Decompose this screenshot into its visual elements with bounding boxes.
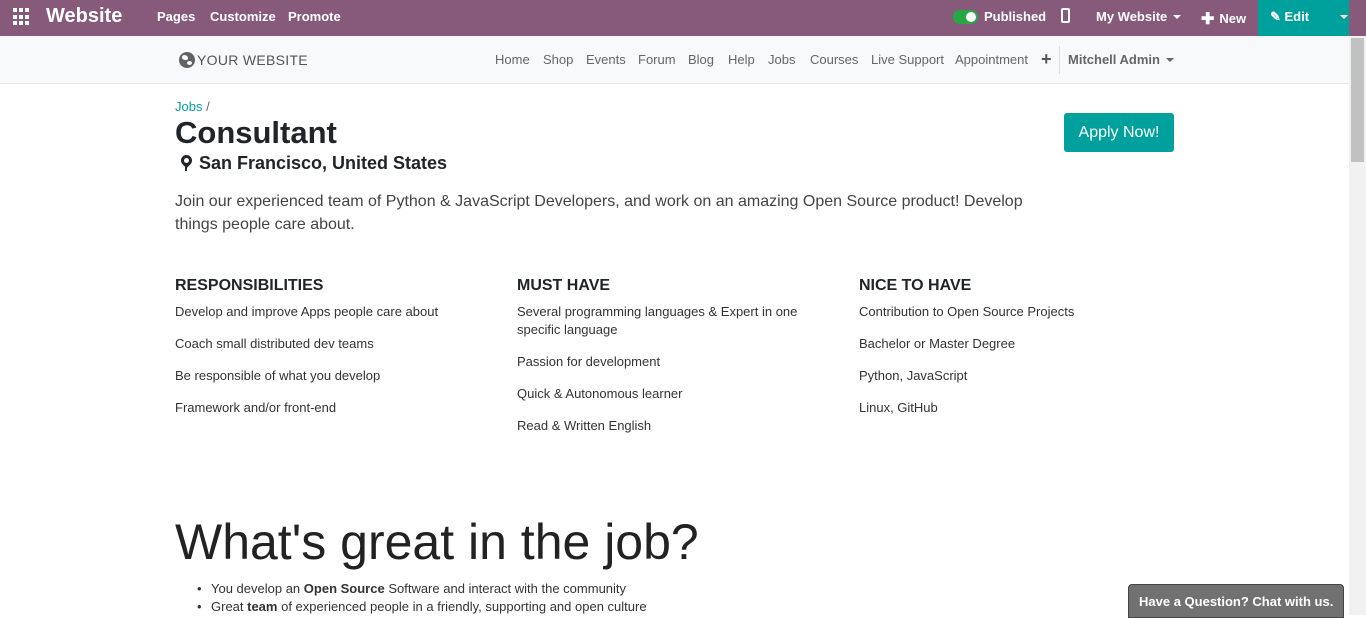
- site-logo[interactable]: YOUR WEBSITE: [197, 52, 308, 68]
- benefits-list: You develop an Open Source Software and …: [197, 580, 647, 616]
- list-item: Several programming languages & Expert i…: [517, 304, 798, 337]
- section-heading: What's great in the job?: [175, 514, 699, 570]
- mobile-preview-icon[interactable]: [1061, 8, 1070, 23]
- nav-courses[interactable]: Courses: [810, 52, 858, 67]
- list-item: Be responsible of what you develop: [175, 368, 381, 383]
- menu-promote[interactable]: Promote: [288, 9, 341, 24]
- apply-now-button[interactable]: Apply Now!: [1064, 113, 1174, 152]
- list-item: Great team of experienced people in a fr…: [197, 598, 647, 616]
- bullet-text: Software and interact with the community: [384, 581, 627, 596]
- nav-home[interactable]: Home: [495, 52, 530, 67]
- nav-shop[interactable]: Shop: [543, 52, 573, 67]
- job-location: San Francisco, United States: [199, 153, 448, 173]
- globe-icon: [179, 52, 195, 68]
- nice-to-have-column: NICE TO HAVE Contribution to Open Source…: [859, 277, 1179, 431]
- chevron-down-icon: [1173, 15, 1182, 19]
- list-item: You develop an Open Source Software and …: [197, 580, 647, 598]
- list-item: Develop and improve Apps people care abo…: [175, 304, 439, 319]
- bullet-text: of experienced people in a friendly, sup…: [277, 599, 647, 614]
- list-item: Read & Written English: [517, 418, 652, 433]
- livechat-button[interactable]: Have a Question? Chat with us.: [1128, 584, 1344, 618]
- app-brand[interactable]: Website: [46, 5, 122, 28]
- list-item: Linux, GitHub: [859, 400, 938, 415]
- chevron-down-icon: [1165, 58, 1174, 62]
- nav-divider: [1059, 46, 1060, 74]
- edit-button[interactable]: ✎ Edit: [1258, 0, 1349, 36]
- column-heading: NICE TO HAVE: [859, 277, 972, 294]
- bullet-bold: team: [247, 599, 278, 614]
- edit-text: Edit: [1284, 9, 1310, 24]
- nav-help[interactable]: Help: [728, 52, 755, 67]
- nav-live-support[interactable]: Live Support: [871, 52, 944, 67]
- pencil-icon: ✎: [1270, 9, 1285, 24]
- new-label: New: [1219, 11, 1247, 26]
- edit-label: ✎ Edit: [1270, 9, 1309, 25]
- page-title: Consultant: [175, 115, 337, 150]
- my-website-dropdown[interactable]: My Website: [1096, 9, 1182, 24]
- list-item: Quick & Autonomous learner: [517, 386, 683, 401]
- must-have-column: MUST HAVE Several programming languages …: [517, 277, 837, 449]
- nav-blog[interactable]: Blog: [688, 52, 714, 67]
- nav-events[interactable]: Events: [586, 52, 626, 67]
- admin-navbar: Website Pages Customize Promote Publishe…: [0, 0, 1366, 36]
- list-item: Passion for development: [517, 354, 661, 369]
- menu-pages[interactable]: Pages: [157, 9, 195, 24]
- new-button[interactable]: ✚ New: [1201, 9, 1246, 29]
- nav-appointment[interactable]: Appointment: [955, 52, 1028, 67]
- nav-forum[interactable]: Forum: [638, 52, 676, 67]
- user-menu[interactable]: Mitchell Admin: [1068, 52, 1174, 67]
- published-label[interactable]: Published: [984, 9, 1046, 24]
- list-item: Coach small distributed dev teams: [175, 336, 374, 351]
- breadcrumb-separator: /: [206, 99, 210, 114]
- column-heading: RESPONSIBILITIES: [175, 277, 324, 294]
- bullet-text: Great: [211, 599, 248, 614]
- breadcrumb-jobs-link[interactable]: Jobs: [175, 99, 202, 114]
- column-heading: MUST HAVE: [517, 277, 611, 294]
- bullet-bold: Open Source: [303, 581, 385, 596]
- job-intro: Join our experienced team of Python & Ja…: [175, 193, 1023, 233]
- bullet-text: You develop an: [211, 581, 304, 596]
- add-menu-icon[interactable]: +: [1041, 49, 1052, 70]
- nav-jobs[interactable]: Jobs: [768, 52, 795, 67]
- my-website-label: My Website: [1096, 9, 1168, 24]
- published-toggle[interactable]: [953, 10, 978, 24]
- edit-dropdown-icon[interactable]: [1340, 15, 1348, 19]
- user-name: Mitchell Admin: [1068, 52, 1160, 67]
- plus-icon: ✚: [1201, 11, 1215, 28]
- map-marker-stem: [185, 165, 187, 171]
- responsibilities-column: RESPONSIBILITIES Develop and improve App…: [175, 277, 495, 431]
- list-item: Contribution to Open Source Projects: [859, 304, 1075, 319]
- list-item: Python, JavaScript: [859, 368, 968, 383]
- list-item: Bachelor or Master Degree: [859, 336, 1016, 351]
- list-item: Framework and/or front-end: [175, 400, 337, 415]
- apps-menu-icon[interactable]: [13, 8, 31, 26]
- scrollbar-thumb[interactable]: [1351, 38, 1364, 162]
- menu-customize[interactable]: Customize: [210, 9, 276, 24]
- breadcrumb: Jobs /: [175, 99, 210, 114]
